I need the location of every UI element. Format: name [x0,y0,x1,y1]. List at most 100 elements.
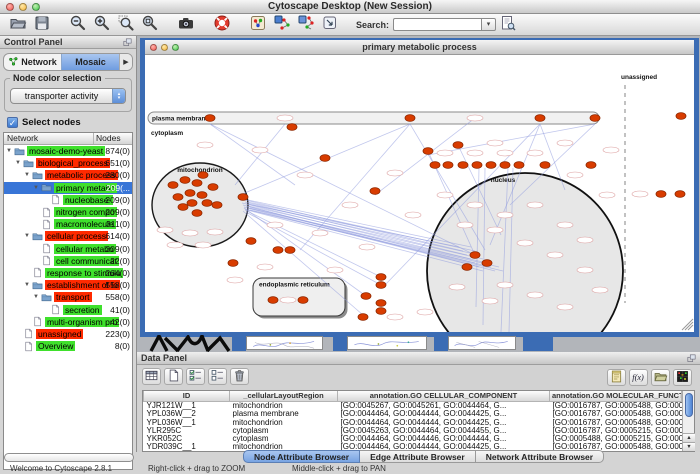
delete-attribute-button[interactable] [230,368,249,385]
background-window-thumbnail[interactable] [246,336,323,350]
network-node[interactable] [472,162,482,169]
network-node[interactable] [470,252,480,259]
network-node[interactable] [453,142,463,149]
tree-item-primary-metabo[interactable]: ▼primary metabo209(... [4,182,132,194]
table-row[interactable]: YKR052Ccytoplasm[GO:0044464, GO:0044446,… [144,435,682,443]
network-node[interactable] [370,188,380,195]
zoom-fit-button[interactable] [138,15,162,35]
network-node[interactable] [676,113,686,120]
network-node[interactable] [173,194,183,201]
network-node[interactable] [246,238,256,245]
network-node[interactable] [462,264,472,271]
tree-item-metabolic-process[interactable]: ▼metabolic process280(0) [4,169,132,181]
table-row[interactable]: YPL036W__1mitochondrion[GO:0044464, GO:0… [144,419,682,427]
network-node[interactable] [273,247,283,254]
scroll-up-icon[interactable]: ▲ [683,433,695,442]
layout-a-button[interactable] [270,15,294,35]
background-window-edge[interactable] [434,335,448,351]
select-nodes-checkbox[interactable]: ✓ [7,117,18,128]
column-header[interactable]: annotation.GO CELLULAR_COMPONENT [338,391,550,402]
tree-item-multi-organism-pro[interactable]: multi-organism pro42(0) [4,316,132,328]
expand-arrow-icon[interactable]: ▼ [6,148,14,154]
network-node[interactable] [285,247,295,254]
column-header[interactable]: ID [144,391,230,402]
table-row[interactable]: YPL036W__2plasma membrane[GO:0044464, GO… [144,410,682,418]
tree-item-nucleobase-[interactable]: nucleobase-209(0) [4,194,132,206]
float-panel-icon[interactable] [686,353,697,364]
network-node[interactable] [205,115,215,122]
tree-item-cellular-metabo[interactable]: cellular metabo209(0) [4,243,132,255]
column-header[interactable]: annotation.GO MOLECULAR_FUNCTION [550,391,682,402]
tree-item-macromolecule[interactable]: macromolecule311(0) [4,218,132,230]
float-panel-icon[interactable] [122,37,133,48]
network-node[interactable] [535,115,545,122]
tree-item-cellular-process[interactable]: ▼cellular process614(0) [4,230,132,242]
network-node[interactable] [198,172,208,179]
network-node[interactable] [361,293,371,300]
import-attributes-button[interactable] [651,369,670,386]
network-node[interactable] [197,192,207,199]
network-node[interactable] [423,148,433,155]
network-node[interactable] [228,260,238,267]
scrollbar-thumb[interactable] [685,393,693,417]
expand-arrow-icon[interactable]: ▼ [33,185,41,191]
expand-arrow-icon[interactable]: ▼ [24,282,32,288]
expand-arrow-icon[interactable]: ▼ [33,294,41,300]
tree-item-biological-process[interactable]: ▼biological_process651(0) [4,157,132,169]
network-node[interactable] [443,162,453,169]
annotation-button[interactable] [318,15,342,35]
network-node[interactable] [458,162,468,169]
tree-item-response-to-stimulu[interactable]: response to stimulu264(0) [4,267,132,279]
annotation-import-button[interactable] [607,369,626,386]
tree-item-overview[interactable]: Overview8(0) [4,340,132,352]
tab-scroll-right-icon[interactable]: ▶ [119,54,132,70]
network-node[interactable] [298,297,308,304]
network-node[interactable] [586,162,596,169]
snapshot-button[interactable] [174,15,198,35]
tab-network-attribute-browser[interactable]: Network Attribute Browser [476,450,604,463]
network-node[interactable] [376,282,386,289]
function-builder-button[interactable]: f(x) [629,369,648,386]
network-node[interactable] [656,191,666,198]
column-header[interactable]: _cellularLayoutRegion [230,391,338,402]
tree-item-transport[interactable]: ▼transport558(0) [4,291,132,303]
network-node[interactable] [187,200,197,207]
tab-network[interactable]: Network [4,54,61,70]
network-node[interactable] [358,314,368,321]
background-window-thumbnail[interactable] [448,336,516,350]
tree-item-secretion[interactable]: secretion41(0) [4,303,132,315]
attribute-matrix-button[interactable] [142,368,161,385]
zoom-out-button[interactable] [66,15,90,35]
network-node[interactable] [287,124,297,131]
network-node[interactable] [486,162,496,169]
network-node[interactable] [590,115,600,122]
network-node[interactable] [405,115,415,122]
network-node[interactable] [320,155,330,162]
background-window-edge[interactable] [232,335,246,351]
expand-arrow-icon[interactable]: ▼ [15,160,23,166]
new-attribute-button[interactable] [164,368,183,385]
network-node[interactable] [376,308,386,315]
help-button[interactable] [210,15,234,35]
search-input[interactable] [393,18,481,31]
vertical-scrollbar[interactable]: ▲ ▼ [682,391,694,451]
zoom-in-button[interactable] [90,15,114,35]
scroll-down-icon[interactable]: ▼ [683,442,695,451]
expand-arrow-icon[interactable]: ▼ [24,172,32,178]
network-node[interactable] [185,190,195,197]
network-node[interactable] [376,274,386,281]
network-node[interactable] [500,162,510,169]
network-node[interactable] [212,202,222,209]
network-node[interactable] [192,180,202,187]
unselect-attributes-button[interactable] [208,368,227,385]
network-node[interactable] [268,297,278,304]
network-node[interactable] [430,162,440,169]
tree-item-mosaic-demo-yeast[interactable]: ▼mosaic-demo-yeast874(0) [4,145,132,157]
search-config-button[interactable] [496,15,520,35]
tree-item-nitrogen-compo[interactable]: nitrogen compo209(0) [4,206,132,218]
background-window-thumbnail[interactable] [347,336,427,350]
background-window-edge[interactable] [333,335,347,351]
table-row[interactable]: YLR295Ccytoplasm[GO:0045263, GO:0044464,… [144,427,682,435]
network-node[interactable] [180,177,190,184]
network-node[interactable] [514,162,524,169]
